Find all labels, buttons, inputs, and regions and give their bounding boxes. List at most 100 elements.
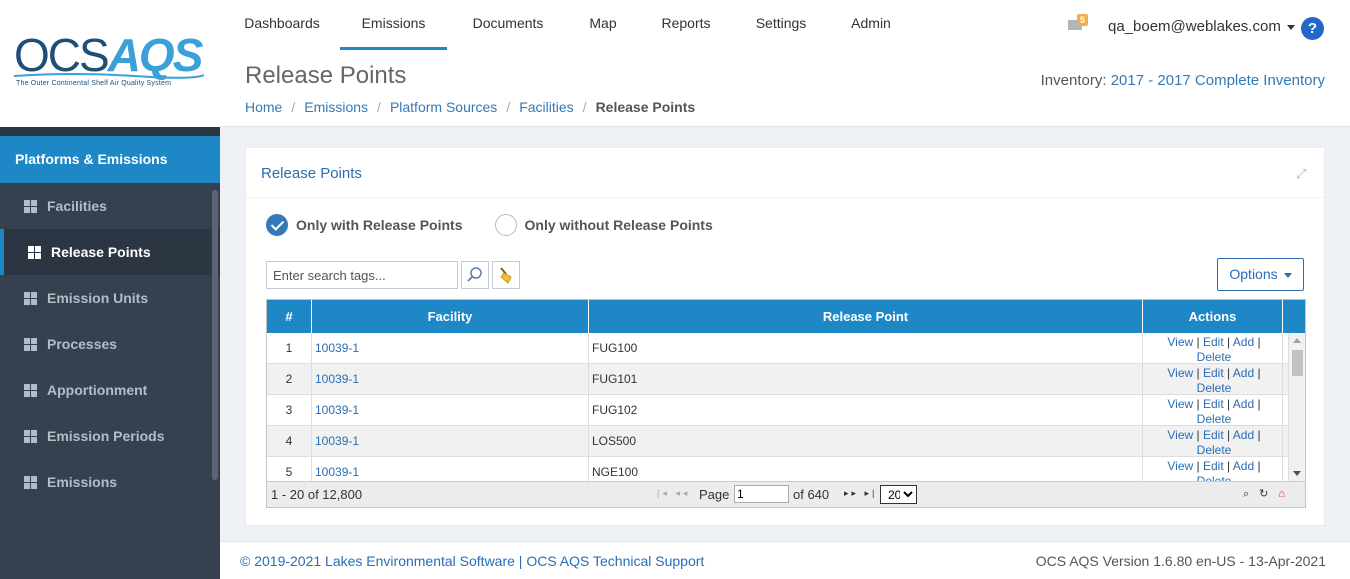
nav-emissions[interactable]: Emissions [340, 0, 447, 50]
table-body: 1 10039-1 FUG100 View | Edit | Add | Del… [267, 333, 1305, 481]
edit-link[interactable]: Edit [1203, 428, 1224, 442]
page-label: Page [699, 487, 730, 502]
release-point-cell: FUG101 [589, 364, 1143, 394]
sidebar-item-release-points[interactable]: Release Points [0, 229, 220, 275]
sidebar-item-facilities[interactable]: Facilities [0, 183, 220, 229]
refresh-icon[interactable]: ↻ [1259, 488, 1278, 500]
breadcrumb-platform-sources[interactable]: Platform Sources [390, 99, 497, 115]
export-icon[interactable]: ⌂ [1278, 488, 1295, 500]
search-button[interactable] [461, 261, 489, 289]
radio-without-release-points[interactable] [494, 214, 517, 236]
inventory-link[interactable]: 2017 - 2017 Complete Inventory [1111, 72, 1325, 89]
row-actions: View | Edit | Add | Delete [1143, 364, 1283, 396]
edit-link[interactable]: Edit [1203, 366, 1224, 380]
table-row[interactable]: 1 10039-1 FUG100 View | Edit | Add | Del… [267, 333, 1305, 364]
delete-link[interactable]: Delete [1197, 350, 1232, 365]
sidebar-item-apportionment[interactable]: Apportionment [0, 367, 220, 413]
radio-without-label[interactable]: Only without Release Points [525, 217, 713, 233]
footer-copyright-link[interactable]: © 2019-2021 Lakes Environmental Software… [240, 553, 704, 569]
column-header-number[interactable]: # [267, 300, 312, 333]
next-last-page-icon[interactable]: ▸▸ ▸| [844, 488, 877, 499]
footer-version: OCS AQS Version 1.6.80 en-US - 13-Apr-20… [1035, 553, 1326, 569]
column-header-facility[interactable]: Facility [312, 300, 589, 333]
mail-count-badge: 5 [1077, 14, 1089, 26]
radio-with-label[interactable]: Only with Release Points [296, 217, 463, 233]
sidebar-item-label: Release Points [51, 244, 151, 260]
view-link[interactable]: View [1167, 366, 1193, 380]
grid-icon [24, 429, 37, 443]
logo[interactable]: OCSAQS The Outer Continental Shelf Air Q… [0, 0, 220, 127]
sidebar-scrollbar[interactable] [212, 190, 218, 480]
add-link[interactable]: Add [1233, 335, 1254, 349]
table-header: # Facility Release Point Actions [267, 300, 1305, 333]
breadcrumb-emissions[interactable]: Emissions [304, 99, 368, 115]
add-link[interactable]: Add [1233, 459, 1254, 473]
row-actions: View | Edit | Add | Delete [1143, 333, 1283, 365]
search-input[interactable] [266, 261, 458, 289]
facility-link[interactable]: 10039-1 [315, 372, 359, 386]
options-button[interactable]: Options [1217, 258, 1304, 291]
first-prev-page-icon[interactable]: |◂ ◂◂ [657, 488, 690, 499]
delete-link[interactable]: Delete [1197, 474, 1232, 481]
expand-icon[interactable]: ⤢ [1296, 166, 1310, 181]
column-header-release-point[interactable]: Release Point [589, 300, 1143, 333]
nav-settings[interactable]: Settings [742, 0, 820, 50]
breadcrumb-current: Release Points [595, 99, 696, 115]
breadcrumb-home[interactable]: Home [245, 99, 282, 115]
find-icon[interactable]: ⌕ [1243, 488, 1259, 500]
row-actions: View | Edit | Add | Delete [1143, 395, 1283, 427]
table-row[interactable]: 3 10039-1 FUG102 View | Edit | Add | Del… [267, 395, 1305, 426]
view-link[interactable]: View [1167, 335, 1193, 349]
broom-icon [500, 267, 512, 284]
user-menu[interactable]: qa_boem@weblakes.com [1108, 18, 1295, 35]
release-point-cell: FUG100 [589, 333, 1143, 363]
add-link[interactable]: Add [1233, 366, 1254, 380]
nav-reports[interactable]: Reports [650, 0, 722, 50]
edit-link[interactable]: Edit [1203, 335, 1224, 349]
facility-link[interactable]: 10039-1 [315, 341, 359, 355]
table-row[interactable]: 2 10039-1 FUG101 View | Edit | Add | Del… [267, 364, 1305, 395]
table-scrollbar[interactable] [1288, 333, 1305, 481]
top-nav: Dashboards Emissions Documents Map Repor… [220, 0, 1350, 50]
table-row[interactable]: 5 10039-1 NGE100 View | Edit | Add | Del… [267, 457, 1305, 481]
nav-dashboards[interactable]: Dashboards [232, 0, 332, 50]
page-size-select[interactable]: 20 [880, 485, 917, 504]
nav-map[interactable]: Map [573, 0, 633, 50]
clear-search-button[interactable] [492, 261, 520, 289]
sidebar-item-label: Emission Periods [47, 428, 165, 444]
inventory-selector: Inventory: 2017 - 2017 Complete Inventor… [1041, 72, 1325, 89]
view-link[interactable]: View [1167, 459, 1193, 473]
edit-link[interactable]: Edit [1203, 459, 1224, 473]
delete-link[interactable]: Delete [1197, 412, 1232, 427]
sidebar-header[interactable]: Platforms & Emissions [0, 136, 220, 183]
grid-icon [28, 245, 41, 259]
radio-with-release-points[interactable] [266, 214, 288, 236]
grid-icon [24, 291, 37, 305]
scroll-down-icon[interactable] [1293, 471, 1301, 476]
add-link[interactable]: Add [1233, 397, 1254, 411]
facility-link[interactable]: 10039-1 [315, 465, 359, 479]
sidebar-item-emissions[interactable]: Emissions [0, 459, 220, 505]
add-link[interactable]: Add [1233, 428, 1254, 442]
facility-link[interactable]: 10039-1 [315, 403, 359, 417]
record-range: 1 - 20 of 12,800 [271, 487, 363, 502]
view-link[interactable]: View [1167, 428, 1193, 442]
view-link[interactable]: View [1167, 397, 1193, 411]
column-header-actions[interactable]: Actions [1143, 300, 1283, 333]
delete-link[interactable]: Delete [1197, 381, 1232, 396]
sidebar-item-emission-periods[interactable]: Emission Periods [0, 413, 220, 459]
nav-documents[interactable]: Documents [458, 0, 558, 50]
breadcrumb-facilities[interactable]: Facilities [519, 99, 573, 115]
edit-link[interactable]: Edit [1203, 397, 1224, 411]
page-number-input[interactable] [734, 485, 789, 503]
sidebar-item-emission-units[interactable]: Emission Units [0, 275, 220, 321]
facility-link[interactable]: 10039-1 [315, 434, 359, 448]
sidebar-item-processes[interactable]: Processes [0, 321, 220, 367]
help-icon[interactable]: ? [1301, 17, 1324, 40]
nav-admin[interactable]: Admin [840, 0, 902, 50]
scroll-up-icon[interactable] [1293, 338, 1301, 343]
delete-link[interactable]: Delete [1197, 443, 1232, 458]
sidebar-item-label: Apportionment [47, 382, 148, 398]
table-row[interactable]: 4 10039-1 LOS500 View | Edit | Add | Del… [267, 426, 1305, 457]
scroll-thumb[interactable] [1292, 350, 1303, 376]
